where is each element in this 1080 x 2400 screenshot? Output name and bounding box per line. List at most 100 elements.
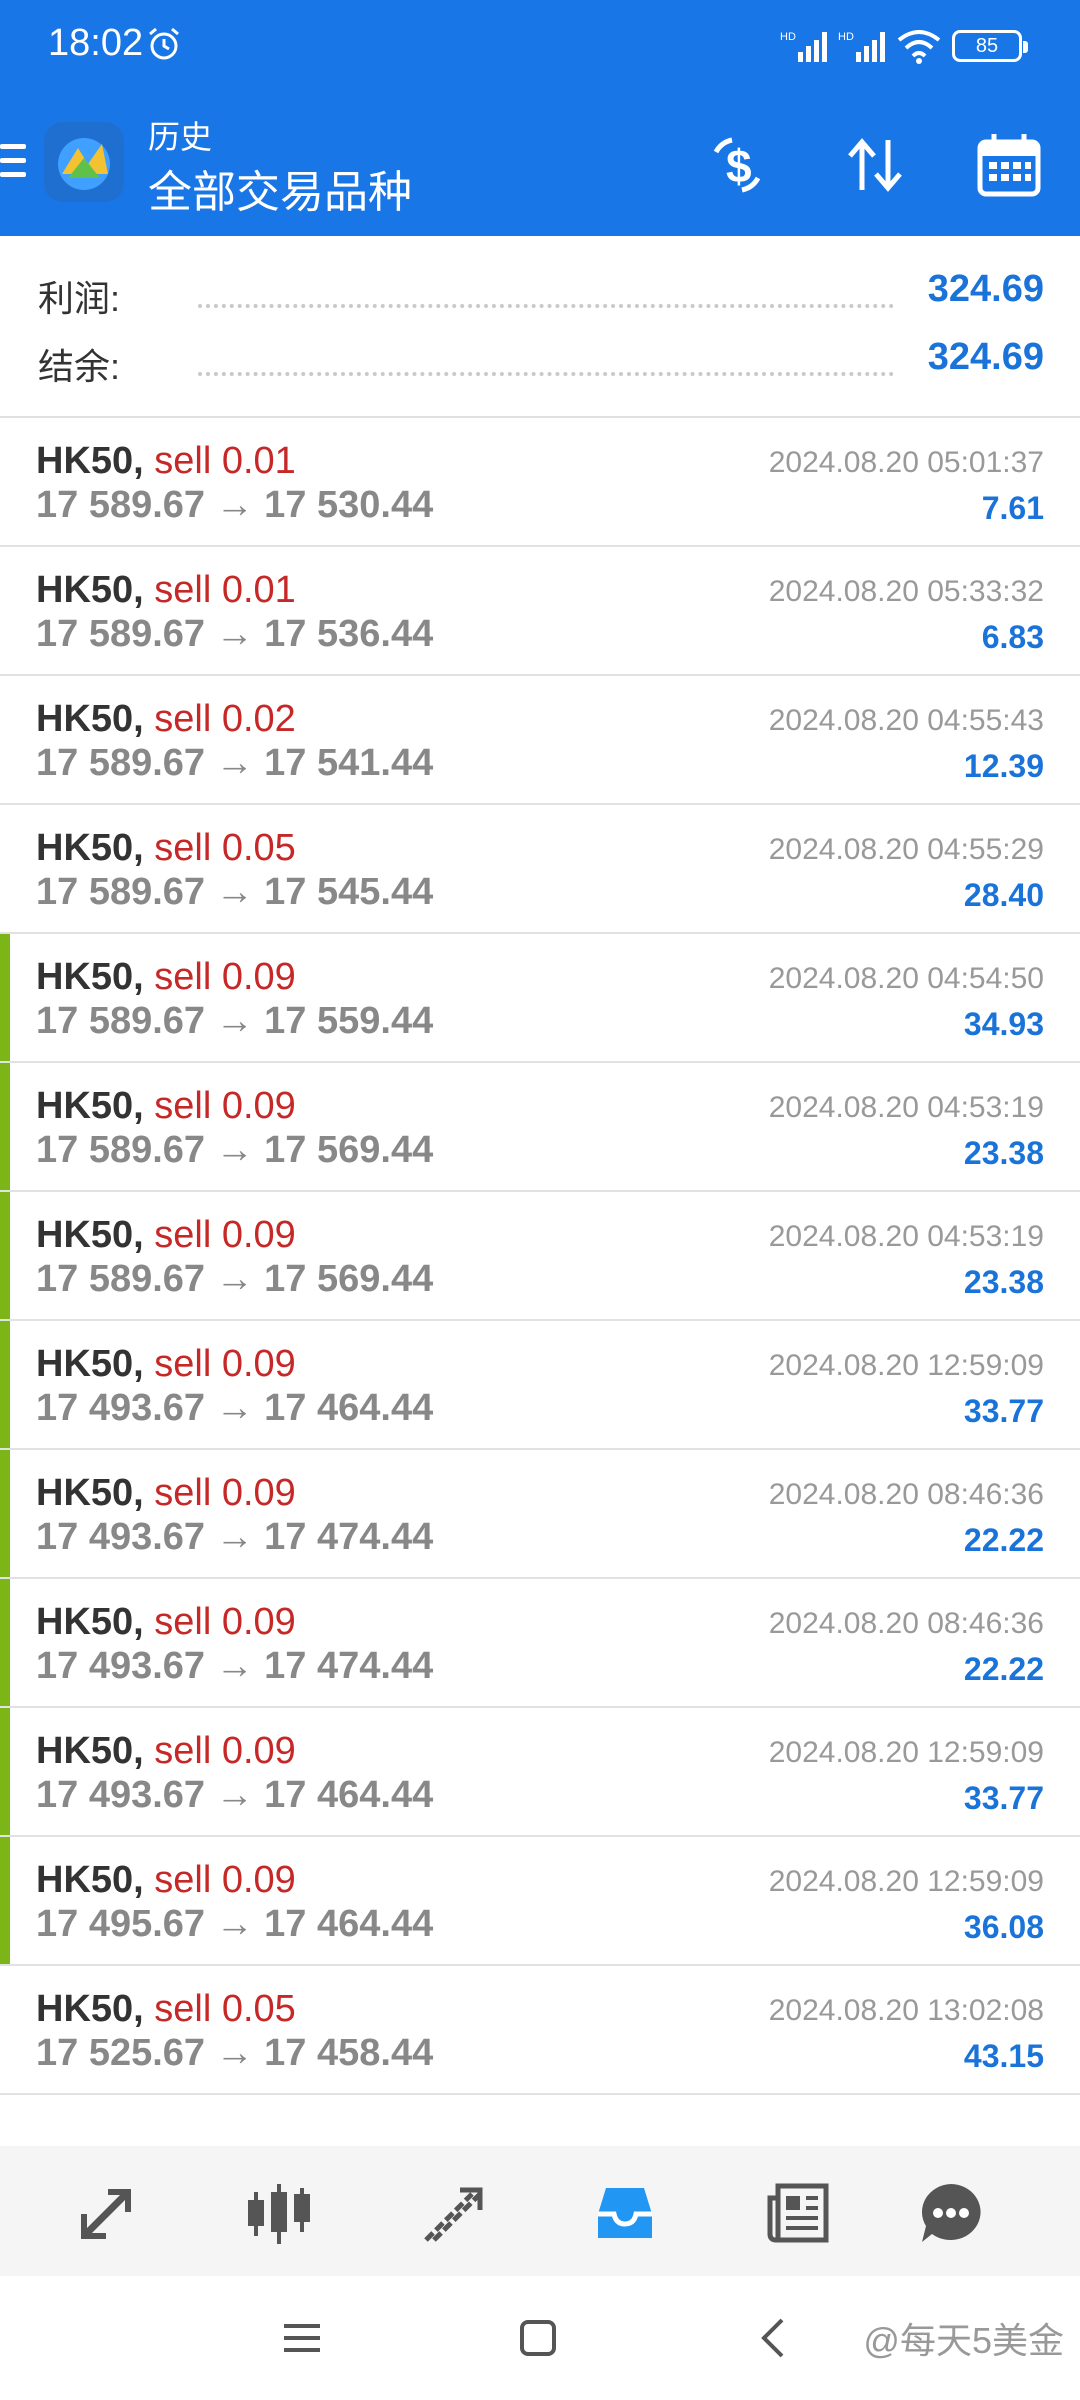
chat-icon[interactable] [916, 2178, 986, 2248]
history-inbox-icon[interactable] [590, 2178, 660, 2248]
deal-row[interactable]: HK50, sell 0.09 17 493.67 → 17 474.44 2024… [0, 1450, 1080, 1579]
deal-list: HK50, sell 0.01 17 589.67 → 17 530.44 2024… [0, 418, 1080, 2095]
svg-text:$: $ [726, 140, 752, 192]
deal-symbol: HK50, sell 0.09 [36, 1859, 296, 1901]
deal-row[interactable]: HK50, sell 0.01 17 589.67 → 17 530.44 2024… [0, 418, 1080, 547]
deal-row[interactable]: HK50, sell 0.09 17 493.67 → 17 464.44 2024… [0, 1321, 1080, 1450]
deal-profit: 33.77 [963, 1393, 1044, 1429]
system-nav-bar: @每天5美金 [0, 2276, 1080, 2400]
alarm-clock-icon [149, 27, 179, 60]
dotted-leader [198, 304, 894, 308]
deal-side: sell 0.09 [154, 1730, 296, 1772]
currency-exchange-icon[interactable]: $ [702, 130, 772, 200]
deal-row[interactable]: HK50, sell 0.02 17 589.67 → 17 541.44 2024… [0, 676, 1080, 805]
recent-apps-icon[interactable] [280, 2316, 324, 2360]
deal-symbol: HK50, sell 0.09 [36, 1601, 296, 1643]
deal-profit: 6.83 [981, 619, 1044, 655]
signal-icon-2: HD [838, 31, 885, 62]
deal-symbol: HK50, sell 0.02 [36, 698, 296, 740]
svg-text:HD: HD [780, 31, 796, 43]
deal-side: sell 0.09 [154, 1214, 296, 1256]
deal-side: sell 0.09 [154, 1472, 296, 1514]
deal-date: 2024.08.20 04:55:43 [768, 704, 1044, 737]
news-icon[interactable] [764, 2178, 834, 2248]
deal-symbol: HK50, sell 0.09 [36, 1343, 296, 1385]
deal-prices: 17 525.67 → 17 458.44 [36, 2032, 434, 2074]
deal-side: sell 0.01 [154, 569, 296, 611]
status-time: 18:02 [48, 22, 144, 64]
deal-profit: 36.08 [963, 1909, 1044, 1945]
deal-row[interactable]: HK50, sell 0.09 17 589.67 → 17 569.44 2024… [0, 1192, 1080, 1321]
deal-prices: 17 589.67 → 17 569.44 [36, 1129, 434, 1171]
deal-date: 2024.08.20 04:53:19 [768, 1091, 1044, 1124]
deal-row[interactable]: HK50, sell 0.09 17 589.67 → 17 569.44 2024… [0, 1063, 1080, 1192]
deal-date: 2024.08.20 12:59:09 [768, 1349, 1044, 1382]
deal-profit: 23.38 [963, 1135, 1044, 1171]
deal-date: 2024.08.20 12:59:09 [768, 1736, 1044, 1769]
deal-symbol: HK50, sell 0.09 [36, 1214, 296, 1256]
deal-row[interactable]: HK50, sell 0.05 17 525.67 → 17 458.44 2024… [0, 1966, 1080, 2095]
deal-symbol: HK50, sell 0.01 [36, 440, 296, 482]
deal-row[interactable]: HK50, sell 0.09 17 589.67 → 17 559.44 2024… [0, 934, 1080, 1063]
deal-row[interactable]: HK50, sell 0.05 17 589.67 → 17 545.44 2024… [0, 805, 1080, 934]
profit-row: 利润: 324.69 [38, 268, 1044, 320]
deal-side: sell 0.05 [154, 827, 296, 869]
deal-prices: 17 589.67 → 17 559.44 [36, 1000, 434, 1042]
candlestick-chart-icon[interactable] [244, 2178, 314, 2248]
signal-icon: HD [780, 31, 827, 62]
deal-profit: 34.93 [963, 1006, 1044, 1042]
deal-side: sell 0.09 [154, 956, 296, 998]
deal-side: sell 0.02 [154, 698, 296, 740]
home-icon[interactable] [516, 2316, 560, 2360]
deal-date: 2024.08.20 05:01:37 [768, 446, 1044, 479]
deal-prices: 17 589.67 → 17 569.44 [36, 1258, 434, 1300]
deal-side: sell 0.05 [154, 1988, 296, 2030]
deal-date: 2024.08.20 08:46:36 [768, 1478, 1044, 1511]
deal-profit: 43.15 [963, 2038, 1044, 2074]
menu-icon[interactable] [0, 144, 26, 184]
sort-icon[interactable] [840, 130, 910, 200]
watermark-text: @每天5美金 [863, 2320, 1064, 2361]
deal-date: 2024.08.20 04:55:29 [768, 833, 1044, 866]
profit-value: 324.69 [927, 268, 1044, 310]
deal-prices: 17 493.67 → 17 474.44 [36, 1516, 434, 1558]
deal-prices: 17 493.67 → 17 464.44 [36, 1387, 434, 1429]
deal-row[interactable]: HK50, sell 0.09 17 495.67 → 17 464.44 2024… [0, 1837, 1080, 1966]
deal-side: sell 0.09 [154, 1343, 296, 1385]
deal-prices: 17 589.67 → 17 530.44 [36, 484, 434, 526]
status-bar: 18:02 HD HD 85 [0, 0, 1080, 92]
deal-side: sell 0.09 [154, 1601, 296, 1643]
page-title[interactable]: 全部交易品种 [148, 156, 412, 220]
deal-profit: 33.77 [963, 1780, 1044, 1816]
profit-label: 利润: [38, 278, 121, 319]
deal-symbol: HK50, sell 0.01 [36, 569, 296, 611]
balance-label: 结余: [38, 346, 121, 387]
deal-row[interactable]: HK50, sell 0.09 17 493.67 → 17 464.44 2024… [0, 1708, 1080, 1837]
deal-symbol: HK50, sell 0.05 [36, 1988, 296, 2030]
deal-date: 2024.08.20 08:46:36 [768, 1607, 1044, 1640]
deal-prices: 17 493.67 → 17 464.44 [36, 1774, 434, 1816]
deal-row[interactable]: HK50, sell 0.01 17 589.67 → 17 536.44 2024… [0, 547, 1080, 676]
deal-date: 2024.08.20 13:02:08 [768, 1994, 1044, 2027]
calendar-icon[interactable] [974, 130, 1044, 200]
bottom-nav [0, 2146, 1080, 2276]
balance-row: 结余: 324.69 [38, 336, 1044, 388]
trade-icon[interactable] [418, 2178, 488, 2248]
deal-prices: 17 495.67 → 17 464.44 [36, 1903, 434, 1945]
deal-date: 2024.08.20 04:53:19 [768, 1220, 1044, 1253]
back-icon[interactable] [752, 2316, 796, 2360]
app-logo [44, 122, 124, 202]
deal-symbol: HK50, sell 0.05 [36, 827, 296, 869]
quotes-icon[interactable] [72, 2178, 142, 2248]
deal-date: 2024.08.20 05:33:32 [768, 575, 1044, 608]
summary-panel: 利润: 324.69 结余: 324.69 [0, 236, 1080, 418]
deal-profit: 7.61 [981, 490, 1044, 526]
deal-symbol: HK50, sell 0.09 [36, 956, 296, 998]
deal-prices: 17 493.67 → 17 474.44 [36, 1645, 434, 1687]
page-subtitle: 历史 [148, 119, 213, 155]
deal-date: 2024.08.20 12:59:09 [768, 1865, 1044, 1898]
battery-icon: 85 [952, 30, 1028, 62]
wifi-icon [897, 30, 941, 64]
deal-symbol: HK50, sell 0.09 [36, 1472, 296, 1514]
deal-row[interactable]: HK50, sell 0.09 17 493.67 → 17 474.44 2024… [0, 1579, 1080, 1708]
